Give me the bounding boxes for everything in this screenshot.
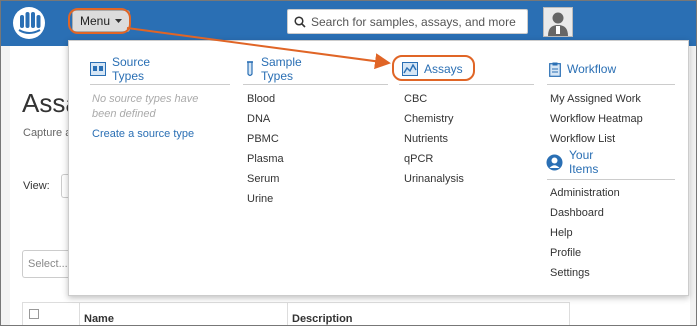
callout-arrow (126, 27, 391, 70)
